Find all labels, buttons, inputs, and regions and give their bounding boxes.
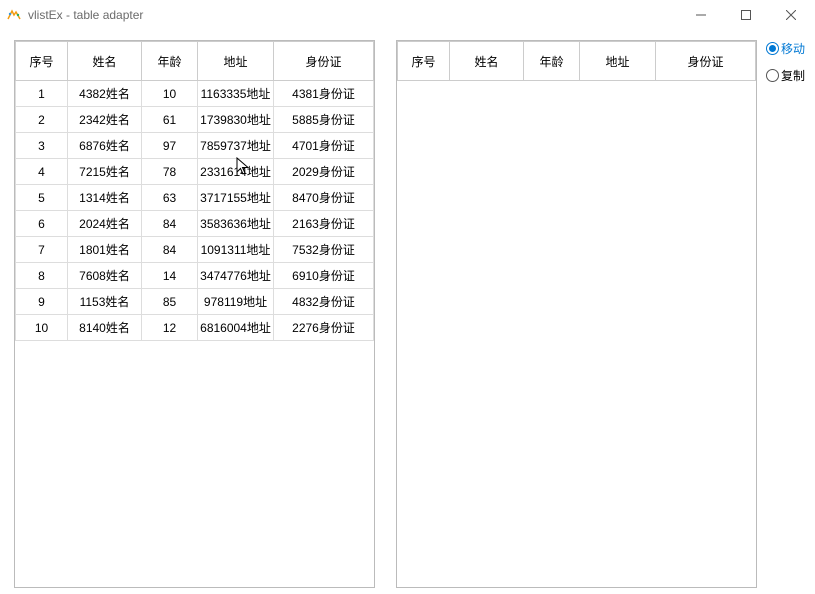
cell-name[interactable]: 1153姓名 <box>68 289 142 315</box>
cell-name[interactable]: 2024姓名 <box>68 211 142 237</box>
table-row[interactable]: 22342姓名611739830地址5885身份证 <box>16 107 374 133</box>
table-row[interactable]: 51314姓名633717155地址8470身份证 <box>16 185 374 211</box>
radio-dot-icon <box>766 69 779 82</box>
table-row[interactable]: 36876姓名977859737地址4701身份证 <box>16 133 374 159</box>
cell-age[interactable]: 61 <box>142 107 198 133</box>
cell-age[interactable]: 84 <box>142 237 198 263</box>
cell-name[interactable]: 8140姓名 <box>68 315 142 341</box>
cell-id[interactable]: 4381身份证 <box>274 81 374 107</box>
cell-age[interactable]: 10 <box>142 81 198 107</box>
cell-age[interactable]: 12 <box>142 315 198 341</box>
cell-seq[interactable]: 1 <box>16 81 68 107</box>
cell-id[interactable]: 4701身份证 <box>274 133 374 159</box>
cell-id[interactable]: 2163身份证 <box>274 211 374 237</box>
maximize-button[interactable] <box>723 1 768 30</box>
cell-name[interactable]: 4382姓名 <box>68 81 142 107</box>
cell-addr[interactable]: 2331614地址 <box>198 159 274 185</box>
cell-age[interactable]: 97 <box>142 133 198 159</box>
cell-addr[interactable]: 6816004地址 <box>198 315 274 341</box>
app-icon <box>6 7 22 23</box>
table-row[interactable]: 87608姓名143474776地址6910身份证 <box>16 263 374 289</box>
window-title: vlistEx - table adapter <box>28 8 678 22</box>
cell-age[interactable]: 84 <box>142 211 198 237</box>
col-header-seq[interactable]: 序号 <box>398 42 450 81</box>
cell-seq[interactable]: 10 <box>16 315 68 341</box>
radio-copy[interactable]: 复制 <box>766 67 805 84</box>
cell-id[interactable]: 5885身份证 <box>274 107 374 133</box>
titlebar[interactable]: vlistEx - table adapter <box>0 0 815 30</box>
cell-seq[interactable]: 7 <box>16 237 68 263</box>
col-header-addr[interactable]: 地址 <box>198 42 274 81</box>
radio-move[interactable]: 移动 <box>766 40 805 57</box>
cell-name[interactable]: 7215姓名 <box>68 159 142 185</box>
table-row[interactable]: 91153姓名85978119地址4832身份证 <box>16 289 374 315</box>
col-header-addr[interactable]: 地址 <box>580 42 656 81</box>
cell-seq[interactable]: 8 <box>16 263 68 289</box>
right-table[interactable]: 序号 姓名 年龄 地址 身份证 <box>396 40 757 588</box>
cell-seq[interactable]: 2 <box>16 107 68 133</box>
col-header-age[interactable]: 年龄 <box>142 42 198 81</box>
cell-id[interactable]: 2276身份证 <box>274 315 374 341</box>
cell-seq[interactable]: 4 <box>16 159 68 185</box>
cell-age[interactable]: 63 <box>142 185 198 211</box>
col-header-id[interactable]: 身份证 <box>274 42 374 81</box>
cell-seq[interactable]: 3 <box>16 133 68 159</box>
cell-addr[interactable]: 3717155地址 <box>198 185 274 211</box>
table-row[interactable]: 14382姓名101163335地址4381身份证 <box>16 81 374 107</box>
table-row[interactable]: 62024姓名843583636地址2163身份证 <box>16 211 374 237</box>
cell-seq[interactable]: 9 <box>16 289 68 315</box>
table-header-row: 序号 姓名 年龄 地址 身份证 <box>16 42 374 81</box>
cell-id[interactable]: 2029身份证 <box>274 159 374 185</box>
radio-copy-label: 复制 <box>781 67 805 84</box>
cell-age[interactable]: 14 <box>142 263 198 289</box>
cell-id[interactable]: 8470身份证 <box>274 185 374 211</box>
cell-addr[interactable]: 1163335地址 <box>198 81 274 107</box>
radio-dot-icon <box>766 42 779 55</box>
cell-addr[interactable]: 978119地址 <box>198 289 274 315</box>
cell-name[interactable]: 2342姓名 <box>68 107 142 133</box>
col-header-age[interactable]: 年龄 <box>524 42 580 81</box>
cell-id[interactable]: 7532身份证 <box>274 237 374 263</box>
cell-addr[interactable]: 1739830地址 <box>198 107 274 133</box>
radio-move-label: 移动 <box>781 40 805 57</box>
table-row[interactable]: 47215姓名782331614地址2029身份证 <box>16 159 374 185</box>
cell-name[interactable]: 7608姓名 <box>68 263 142 289</box>
col-header-seq[interactable]: 序号 <box>16 42 68 81</box>
cell-name[interactable]: 1314姓名 <box>68 185 142 211</box>
cell-addr[interactable]: 1091311地址 <box>198 237 274 263</box>
table-header-row: 序号 姓名 年龄 地址 身份证 <box>398 42 756 81</box>
cell-age[interactable]: 85 <box>142 289 198 315</box>
cell-addr[interactable]: 7859737地址 <box>198 133 274 159</box>
mode-radio-group: 移动 复制 <box>766 40 805 84</box>
cell-id[interactable]: 4832身份证 <box>274 289 374 315</box>
cell-name[interactable]: 6876姓名 <box>68 133 142 159</box>
cell-age[interactable]: 78 <box>142 159 198 185</box>
cell-seq[interactable]: 6 <box>16 211 68 237</box>
left-table[interactable]: 序号 姓名 年龄 地址 身份证 14382姓名101163335地址4381身份… <box>14 40 375 588</box>
cell-seq[interactable]: 5 <box>16 185 68 211</box>
table-row[interactable]: 108140姓名126816004地址2276身份证 <box>16 315 374 341</box>
minimize-button[interactable] <box>678 1 723 30</box>
cell-addr[interactable]: 3474776地址 <box>198 263 274 289</box>
cell-addr[interactable]: 3583636地址 <box>198 211 274 237</box>
col-header-id[interactable]: 身份证 <box>656 42 756 81</box>
col-header-name[interactable]: 姓名 <box>450 42 524 81</box>
content-area: 序号 姓名 年龄 地址 身份证 14382姓名101163335地址4381身份… <box>0 30 815 594</box>
cell-id[interactable]: 6910身份证 <box>274 263 374 289</box>
col-header-name[interactable]: 姓名 <box>68 42 142 81</box>
close-button[interactable] <box>768 1 813 30</box>
cell-name[interactable]: 1801姓名 <box>68 237 142 263</box>
table-row[interactable]: 71801姓名841091311地址7532身份证 <box>16 237 374 263</box>
